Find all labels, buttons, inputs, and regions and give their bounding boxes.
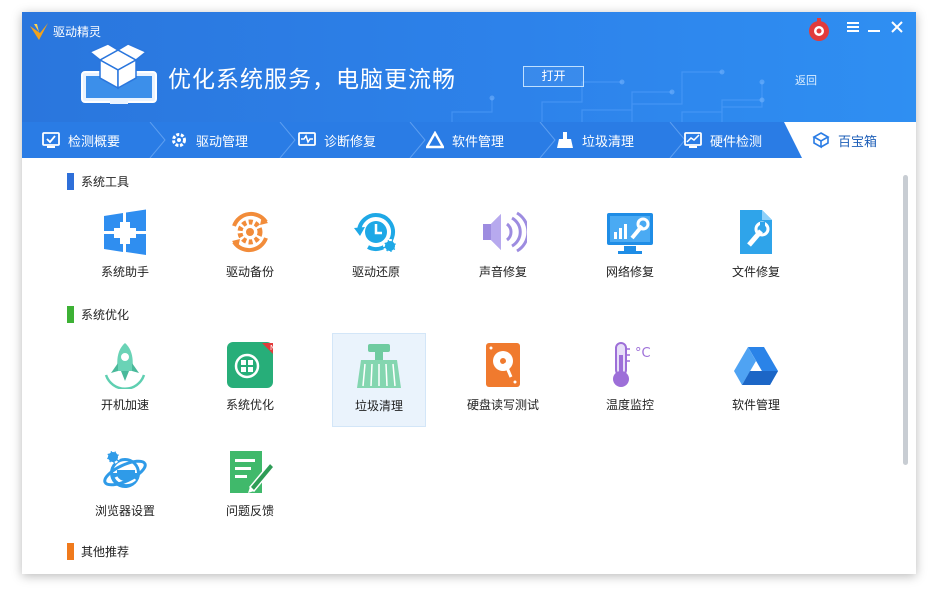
tab-label: 百宝箱 [838,134,878,150]
section-system-optimize: 系统优化 [67,305,129,323]
monitor-wrench-icon [607,213,653,254]
tool-label: 文件修复 [731,265,780,279]
tab-label: 诊断修复 [324,134,377,150]
gear-icon [172,133,186,147]
tool-label: 驱动还原 [351,265,400,279]
minimize-icon[interactable] [865,18,883,36]
new-badge: N [270,344,274,352]
tool-label: 驱动备份 [225,265,274,279]
windows-plus-icon [104,209,146,255]
menu-icon[interactable] [844,18,862,36]
tool-system-assistant[interactable]: 系统助手 [79,200,171,292]
tab-label: 检测概要 [68,134,121,150]
tab-toolbox[interactable]: 百宝箱 [812,122,877,158]
open-button[interactable]: 打开 [523,66,584,87]
banner-slogan: 优化系统服务，电脑更流畅 [168,67,456,93]
tool-label: 垃圾清理 [354,399,403,413]
tool-network-repair[interactable]: 网络修复 [584,200,676,292]
tool-label: 浏览器设置 [94,504,155,518]
close-icon[interactable] [888,18,906,36]
tab-driver-management[interactable]: 驱动管理 [170,122,248,158]
tab-detection-overview[interactable]: 检测概要 [42,122,120,158]
app-title: 驱动精灵 [53,25,102,39]
tool-label: 系统优化 [225,398,274,412]
feedback-note-icon [230,451,274,493]
nav-tab-bar: 检测概要 驱动管理 诊断修复 软件管理 垃圾清理 硬件检测 百宝箱 [22,122,916,158]
clock-restore-icon [354,213,397,253]
tab-hardware-detection[interactable]: 硬件检测 [684,122,762,158]
tab-diagnose-repair[interactable]: 诊断修复 [298,122,376,158]
diagnose-icon [298,132,316,146]
tool-sound-repair[interactable]: 声音修复 [457,200,549,292]
tool-label: 开机加速 [100,398,149,412]
tool-browser-settings[interactable]: 浏览器设置 [79,439,171,531]
toolbox-hero-icon [81,43,157,104]
user-badge-icon[interactable] [808,18,830,42]
system-optimize-icon: N [227,342,274,388]
tool-driver-backup[interactable]: 驱动备份 [204,200,296,292]
section-system-tools: 系统工具 [67,172,129,190]
tool-label: 温度监控 [605,398,654,412]
tool-junk-cleanup[interactable]: 垃圾清理 [332,333,426,427]
file-wrench-icon [740,210,772,254]
tool-label: 硬盘读写测试 [466,398,539,412]
tab-label: 垃圾清理 [582,134,635,150]
tool-label: 软件管理 [731,398,780,412]
tool-disk-rw-test[interactable]: 硬盘读写测试 [457,333,549,425]
main-window: 驱动精灵 优化系统服务，电脑更流畅 打开 返回 检测概要 驱动管理 诊断修复 软… [22,12,916,574]
back-link[interactable]: 返回 [795,72,817,88]
scrollbar[interactable] [903,175,908,465]
section-title: 系统工具 [81,174,130,189]
triangle-icon [426,131,444,149]
gear-backup-icon [232,211,268,253]
toolbox-icon [812,132,830,149]
section-title: 系统优化 [81,307,130,322]
app-logo-icon [30,23,48,40]
browser-e-icon [103,450,147,488]
tab-label: 驱动管理 [196,134,249,150]
temperature-unit: °C [635,346,651,361]
tab-label: 硬件检测 [710,134,763,150]
rocket-icon [104,343,146,389]
tool-label: 系统助手 [100,265,149,279]
section-other-recommend: 其他推荐 [67,542,129,560]
tool-boot-speedup[interactable]: 开机加速 [79,333,171,425]
tab-junk-cleanup[interactable]: 垃圾清理 [556,122,634,158]
tab-label: 软件管理 [452,134,505,150]
software-triangle-icon [734,347,778,385]
monitor-check-icon [42,132,60,148]
tool-system-optimize[interactable]: N 系统优化 [204,333,296,425]
section-marker [67,542,74,560]
tool-driver-restore[interactable]: 驱动还原 [330,200,422,292]
banner: 驱动精灵 优化系统服务，电脑更流畅 打开 返回 [22,12,916,122]
tool-software-management[interactable]: 软件管理 [710,333,802,425]
broom-icon [357,344,401,388]
speaker-icon [483,211,527,253]
broom-icon [557,132,573,148]
tool-temperature-monitor[interactable]: °C 温度监控 [584,333,676,425]
section-marker [67,305,74,323]
tool-file-repair[interactable]: 文件修复 [710,200,802,292]
section-marker [67,172,74,190]
tool-feedback[interactable]: 问题反馈 [204,439,296,531]
tool-label: 网络修复 [605,265,654,279]
tab-software-management[interactable]: 软件管理 [426,122,504,158]
tool-label: 声音修复 [478,265,527,279]
hardware-chart-icon [684,132,702,148]
hard-disk-icon [486,343,520,387]
section-title: 其他推荐 [81,544,130,559]
tool-label: 问题反馈 [225,504,274,518]
thermometer-icon: °C [613,342,651,387]
